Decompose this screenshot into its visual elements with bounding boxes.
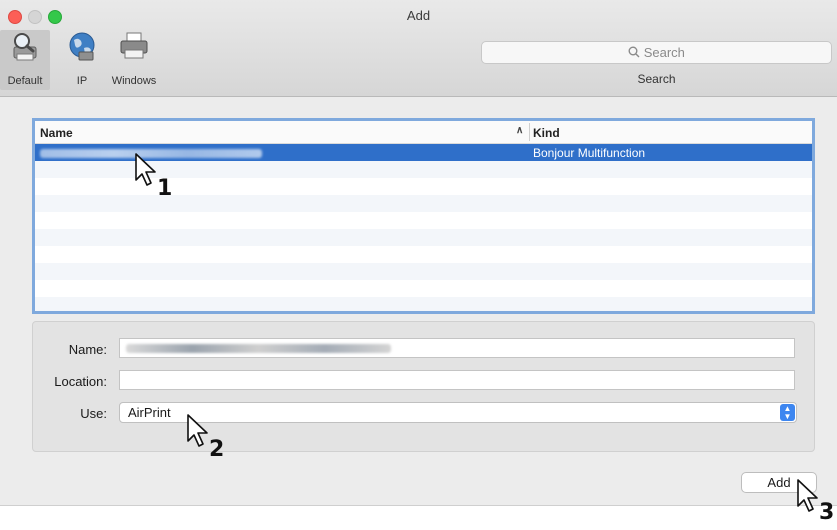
column-divider[interactable] bbox=[529, 123, 530, 141]
toolbar-ip-label: IP bbox=[76, 75, 88, 87]
name-label: Name: bbox=[68, 342, 107, 357]
sort-ascending-icon: ∧ bbox=[516, 125, 524, 136]
table-header: Name ∧ Kind bbox=[35, 121, 812, 144]
location-field[interactable] bbox=[119, 370, 795, 390]
title-bar: Add Default IP Windows Search Search bbox=[0, 0, 837, 97]
search-label: Search bbox=[637, 72, 676, 86]
table-row[interactable] bbox=[35, 297, 812, 311]
printer-list-table[interactable]: Name ∧ Kind Bonjour Multifunction bbox=[32, 118, 815, 314]
location-label: Location: bbox=[54, 374, 107, 389]
select-stepper-icon: ▲ ▼ bbox=[780, 404, 795, 421]
toolbar-windows-label: Windows bbox=[111, 75, 157, 87]
search-input[interactable]: Search bbox=[481, 41, 832, 64]
globe-icon bbox=[69, 32, 95, 61]
toolbar-windows-button[interactable]: Windows bbox=[104, 30, 164, 87]
add-printer-window: Add Default IP Windows Search Search Nam… bbox=[0, 0, 837, 506]
table-row[interactable] bbox=[35, 280, 812, 297]
use-select[interactable]: AirPrint ▲ ▼ bbox=[119, 402, 797, 423]
callout-number: 2 bbox=[209, 437, 225, 462]
search-icon bbox=[628, 45, 644, 60]
table-row[interactable] bbox=[35, 212, 812, 229]
name-field[interactable] bbox=[119, 338, 795, 358]
table-row[interactable] bbox=[35, 195, 812, 212]
window-title: Add bbox=[406, 8, 431, 23]
toolbar-ip-button[interactable]: IP bbox=[60, 30, 104, 87]
search-placeholder: Search bbox=[643, 45, 685, 60]
use-select-value: AirPrint bbox=[128, 405, 171, 420]
column-header-name[interactable]: Name bbox=[40, 126, 73, 140]
table-row[interactable] bbox=[35, 246, 812, 263]
column-header-kind[interactable]: Kind bbox=[533, 126, 560, 140]
toolbar-default-label: Default bbox=[7, 75, 43, 87]
table-row[interactable] bbox=[35, 229, 812, 246]
callout-number: 1 bbox=[157, 176, 173, 201]
printer-kind: Bonjour Multifunction bbox=[533, 146, 646, 160]
windows-printer-icon bbox=[120, 32, 148, 59]
printer-details-panel: Name: Location: Use: AirPrint ▲ ▼ bbox=[32, 321, 815, 452]
callout-number: 3 bbox=[819, 500, 835, 525]
use-label: Use: bbox=[80, 406, 107, 421]
table-row[interactable] bbox=[35, 263, 812, 280]
toolbar-default-button[interactable]: Default bbox=[0, 30, 50, 90]
default-printer-icon bbox=[13, 33, 37, 61]
